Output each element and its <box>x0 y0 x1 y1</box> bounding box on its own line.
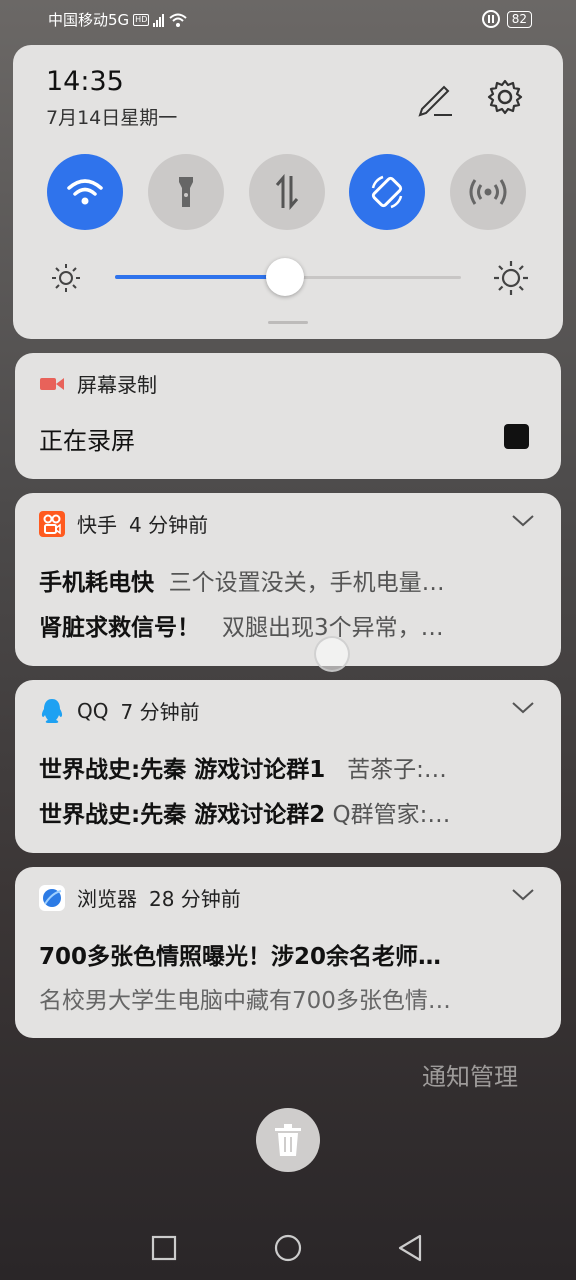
home-button[interactable] <box>272 1232 304 1264</box>
screen-record-notification[interactable]: 屏幕录制 正在录屏 <box>15 353 561 479</box>
notification-time: 28 分钟前 <box>149 887 241 911</box>
screen-record-status-icon <box>481 10 500 28</box>
line-text: 三个设置没关，手机电量… <box>168 570 445 596</box>
brightness-slider-knob[interactable] <box>265 258 304 296</box>
card-header: 快手 4 分钟前 <box>39 509 208 538</box>
data-arrows-icon <box>275 174 299 210</box>
clear-all-button[interactable] <box>256 1108 320 1172</box>
panel-drag-handle[interactable] <box>268 321 308 324</box>
battery-indicator: 82 <box>506 10 532 28</box>
brightness-high-icon <box>494 261 528 295</box>
tile-auto-rotate[interactable] <box>349 154 425 230</box>
quick-settings-panel: 14:35 7月14日星期一 <box>13 45 563 339</box>
tile-wifi[interactable] <box>47 154 123 230</box>
card-header: QQ 7 分钟前 <box>39 696 200 725</box>
notification-title: 700多张色情照曝光！涉20余名老师… <box>39 944 442 970</box>
wifi-icon <box>67 179 103 205</box>
line-title: 手机耗电快 <box>39 570 154 596</box>
notification-line: 肾脏求救信号！ 双腿出现3个异常，… <box>39 608 535 642</box>
rotate-icon <box>371 175 403 209</box>
line-title: 世界战史:先秦 游戏讨论群2 <box>39 802 326 828</box>
notification-text: 名校男大学生电脑中藏有700多张色情… <box>39 988 451 1014</box>
recent-apps-button[interactable] <box>148 1232 180 1264</box>
app-name: 浏览器 <box>77 887 137 911</box>
qq-icon <box>39 698 65 724</box>
notification-title: 正在录屏 <box>39 427 135 455</box>
line-text: 苦茶子:… <box>347 757 447 783</box>
carrier-label: 中国移动5G <box>48 11 130 29</box>
notification-line: 世界战史:先秦 游戏讨论群1 苦茶子:… <box>39 750 535 784</box>
hotspot-icon <box>469 179 507 205</box>
notification-time: 7 分钟前 <box>120 700 200 724</box>
tile-hotspot[interactable] <box>450 154 526 230</box>
hd-badge: HD <box>133 13 150 26</box>
circle-icon <box>274 1234 302 1262</box>
tile-flashlight[interactable] <box>148 154 224 230</box>
chevron-down-icon[interactable] <box>511 513 535 529</box>
brightness-row <box>47 255 531 299</box>
video-camera-icon <box>39 371 65 397</box>
edit-icon[interactable] <box>414 75 458 119</box>
trash-icon <box>275 1124 301 1156</box>
status-bar: 中国移动5G HD 82 <box>0 0 576 40</box>
notification-line: 世界战史:先秦 游戏讨论群2 Q群管家:… <box>39 795 535 829</box>
signal-icon <box>153 13 165 27</box>
kuaishou-notification[interactable]: 快手 4 分钟前 手机耗电快 三个设置没关，手机电量… 肾脏求救信号！ 双腿出现… <box>15 493 561 666</box>
notification-line: 手机耗电快 三个设置没关，手机电量… <box>39 563 535 597</box>
back-button[interactable] <box>394 1232 426 1264</box>
brightness-low-icon <box>52 264 80 292</box>
card-header: 浏览器 28 分钟前 <box>39 883 241 912</box>
line-title: 肾脏求救信号！ <box>39 615 200 641</box>
notification-time: 4 分钟前 <box>129 513 209 537</box>
brightness-fill <box>115 275 285 279</box>
qq-notification[interactable]: QQ 7 分钟前 世界战史:先秦 游戏讨论群1 苦茶子:… 世界战史:先秦 游戏… <box>15 680 561 853</box>
status-right: 82 <box>481 9 532 29</box>
kuaishou-icon <box>39 510 65 537</box>
browser-icon <box>39 884 65 911</box>
card-header: 屏幕录制 <box>39 369 157 398</box>
quick-tiles <box>47 154 527 230</box>
touch-indicator <box>314 636 350 672</box>
line-text: Q群管家:… <box>332 802 451 828</box>
square-icon <box>151 1235 177 1261</box>
notification-management-link[interactable]: 通知管理 <box>422 1057 518 1092</box>
wifi-status-icon <box>169 13 188 27</box>
flashlight-icon <box>179 177 193 207</box>
app-name: 快手 <box>77 513 117 537</box>
stop-recording-button[interactable] <box>504 424 529 449</box>
tile-mobile-data[interactable] <box>249 154 325 230</box>
carrier-info: 中国移动5G HD <box>48 9 188 30</box>
settings-gear-icon[interactable] <box>483 75 527 119</box>
browser-notification[interactable]: 浏览器 28 分钟前 700多张色情照曝光！涉20余名老师… 名校男大学生电脑中… <box>15 867 561 1038</box>
chevron-down-icon[interactable] <box>511 700 535 716</box>
back-triangle-icon <box>398 1234 422 1262</box>
navigation-bar <box>0 1220 576 1276</box>
chevron-down-icon[interactable] <box>511 887 535 903</box>
app-name: 屏幕录制 <box>77 373 157 397</box>
line-title: 世界战史:先秦 游戏讨论群1 <box>39 757 326 783</box>
app-name: QQ <box>77 698 109 723</box>
clock: 14:35 <box>46 66 124 97</box>
date: 7月14日星期一 <box>46 107 178 129</box>
